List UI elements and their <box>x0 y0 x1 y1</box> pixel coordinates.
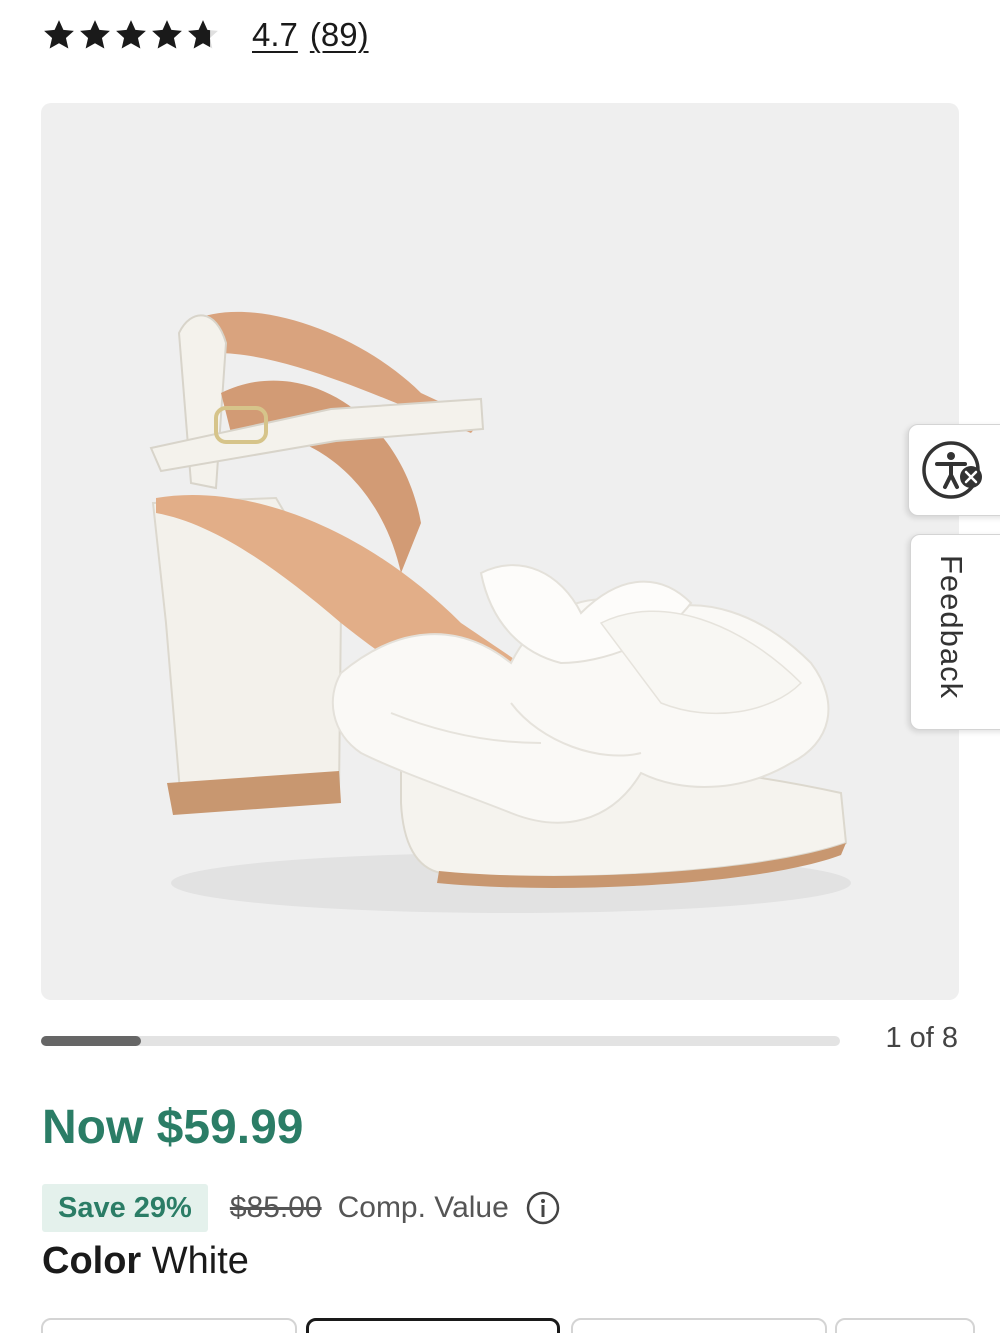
feedback-tab[interactable]: Feedback <box>910 534 1000 730</box>
star-icon <box>152 20 182 49</box>
color-swatch[interactable] <box>835 1318 975 1333</box>
star-rating <box>42 18 220 52</box>
feedback-label: Feedback <box>934 555 969 700</box>
accessibility-icon <box>922 441 982 499</box>
color-swatch[interactable] <box>571 1318 827 1333</box>
gallery-progress-fill <box>41 1036 141 1046</box>
savings-row: Save 29% $85.00 Comp. Value <box>42 1183 561 1233</box>
color-label: Color <box>42 1240 142 1282</box>
sandal-product-image <box>149 311 851 913</box>
star-partial-icon <box>188 20 218 49</box>
original-price: $85.00 <box>229 1191 322 1224</box>
accessibility-widget-tab[interactable] <box>908 424 1000 516</box>
review-count-link[interactable]: (89) <box>310 16 369 54</box>
comp-value-label: Comp. Value <box>337 1191 509 1224</box>
gallery-progress-bar <box>41 1036 840 1046</box>
info-icon[interactable] <box>525 1190 561 1226</box>
rating-summary[interactable]: 4.7 (89) <box>42 10 369 60</box>
save-badge: Save 29% <box>42 1184 208 1232</box>
color-swatch-selected[interactable] <box>306 1318 560 1333</box>
product-image-gallery[interactable] <box>41 103 959 1000</box>
image-counter: 1 of 8 <box>885 1022 958 1054</box>
current-price: Now $59.99 <box>42 1101 304 1154</box>
star-icon <box>116 20 146 49</box>
color-value: White <box>151 1240 249 1282</box>
rating-value-link[interactable]: 4.7 <box>252 16 298 54</box>
color-swatch[interactable] <box>41 1318 297 1333</box>
star-icon <box>44 20 74 49</box>
color-selection: Color White <box>42 1240 249 1283</box>
star-icon <box>80 20 110 49</box>
